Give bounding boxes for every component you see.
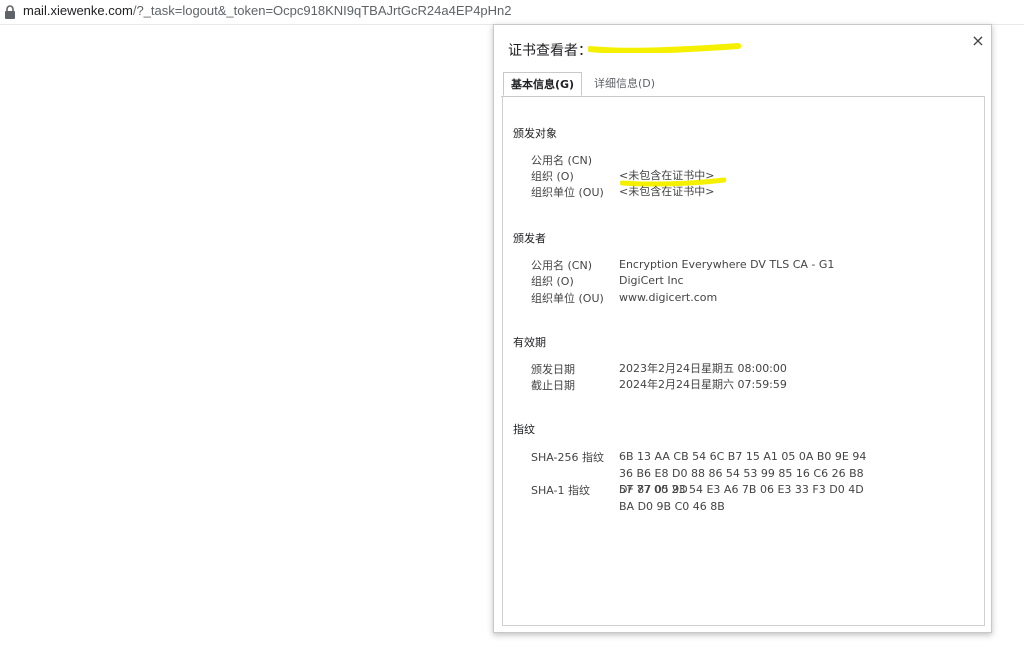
- row-key: 组织单位 (OU): [531, 186, 604, 199]
- row-value: www.digicert.com: [619, 291, 718, 304]
- address-bar[interactable]: mail.xiewenke.com/?_task=logout&_token=O…: [0, 0, 1024, 25]
- dialog-title: 证书查看者：: [508, 43, 592, 59]
- row-value: <未包含在证书中>: [619, 185, 715, 198]
- lock-icon[interactable]: [4, 5, 16, 19]
- row-key: SHA-1 指纹: [531, 484, 591, 497]
- row-key: 组织单位 (OU): [531, 292, 604, 305]
- tab-general[interactable]: 基本信息(G): [503, 72, 582, 96]
- section-title-subject: 颁发对象: [513, 127, 557, 140]
- row-key: SHA-256 指纹: [531, 451, 604, 464]
- general-panel: 颁发对象 公用名 (CN) 组织 (O) <未包含在证书中> 组织单位 (OU)…: [502, 96, 985, 626]
- row-value: 57 77 00 23 54 E3 A6 7B 06 E3 33 F3 D0 4…: [619, 483, 864, 513]
- row-key: 公用名 (CN): [531, 259, 592, 272]
- row-key: 公用名 (CN): [531, 154, 592, 167]
- close-icon[interactable]: ×: [968, 31, 988, 51]
- row-value: DigiCert Inc: [619, 274, 684, 287]
- certificate-viewer-dialog: 证书查看者： × 基本信息(G) 详细信息(D) 颁发对象 公用名 (CN) 组…: [493, 24, 992, 633]
- row-key: 组织 (O): [531, 275, 574, 288]
- tab-details[interactable]: 详细信息(D): [587, 72, 662, 96]
- row-value: 2023年2月24日星期五 08:00:00: [619, 362, 787, 375]
- section-title-issuer: 颁发者: [513, 232, 546, 245]
- row-key: 截止日期: [531, 379, 575, 392]
- row-value: Encryption Everywhere DV TLS CA - G1: [619, 258, 835, 271]
- redaction-highlight: [588, 43, 741, 53]
- url-host: mail.xiewenke.com: [23, 3, 133, 18]
- section-title-validity: 有效期: [513, 336, 546, 349]
- section-title-fingerprints: 指纹: [513, 423, 535, 436]
- url-text[interactable]: mail.xiewenke.com/?_task=logout&_token=O…: [23, 3, 512, 18]
- tab-bar: 基本信息(G) 详细信息(D): [501, 72, 985, 97]
- url-path: /?_task=logout&_token=Ocpc918KNI9qTBAJrt…: [132, 3, 512, 18]
- row-value: <未包含在证书中>: [619, 169, 715, 182]
- row-key: 组织 (O): [531, 170, 574, 183]
- row-key: 颁发日期: [531, 363, 575, 376]
- row-value: 2024年2月24日星期六 07:59:59: [619, 378, 787, 391]
